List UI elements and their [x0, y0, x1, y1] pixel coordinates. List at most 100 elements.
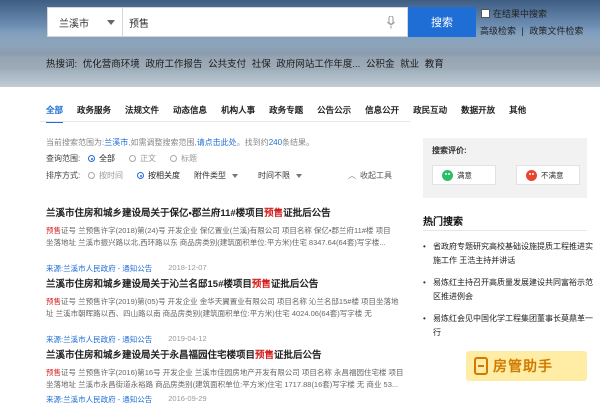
bullet-icon: • [423, 278, 426, 287]
attachment-type-dropdown[interactable]: 附件类型 [194, 170, 238, 181]
satisfied-button[interactable]: 满意 [432, 165, 496, 185]
title-text: 证批后公告 [274, 350, 322, 361]
in-result-checkbox[interactable]: 在结果中搜索 [481, 7, 547, 20]
collapse-label: 收起工具 [360, 171, 392, 180]
category-tabs: 全部 政务服务 法规文件 动态信息 机构人事 政务专题 公告公示 信息公开 政民… [46, 104, 540, 123]
result-source[interactable]: 来源:兰溪市人民政府 - 通知公告 [46, 334, 152, 345]
hot-word[interactable]: 教育 [425, 59, 444, 70]
hint-end: 条结果。 [282, 138, 315, 147]
result-title[interactable]: 兰溪市住房和城乡建设局关于沁兰名邸15#楼项目预售证批后公告 [46, 276, 411, 290]
region-select[interactable]: 兰溪市 [47, 7, 123, 37]
caret-down-icon [296, 173, 302, 178]
advanced-search-link[interactable]: 高级检索 [480, 26, 516, 36]
hint-region: 兰溪市 [104, 138, 129, 147]
sort-option-relevance[interactable]: 按相关度 [137, 170, 180, 181]
hot-word[interactable]: 政府网站工作年度... [276, 59, 360, 70]
satisfied-label: 满意 [457, 170, 472, 180]
frown-icon [526, 170, 537, 181]
tab-interaction[interactable]: 政民互动 [413, 104, 447, 116]
result-title[interactable]: 兰溪市住房和城乡建设局关于保亿•郡兰府11#楼项目预售证批后公告 [46, 205, 411, 219]
tab-open-data[interactable]: 数据开放 [461, 104, 495, 116]
time-range-dropdown[interactable]: 时间不限 [258, 170, 302, 181]
unsatisfied-button[interactable]: 不满意 [516, 165, 580, 185]
title-text: 证批后公告 [270, 279, 319, 290]
hot-word[interactable]: 公积金 [366, 59, 395, 70]
scope-option-title[interactable]: 标题 [170, 153, 197, 164]
watermark-text: 房管助手 [493, 358, 553, 374]
title-text: 兰溪市住房和城乡建设局关于保亿•郡兰府11#楼项目 [46, 208, 265, 219]
tab-disclosure[interactable]: 信息公开 [365, 104, 399, 116]
hot-words-bar: 热搜词: 优化营商环境 政府工作报告 公共支付 社保 政府网站工作年度... 公… [46, 56, 447, 70]
policy-search-link[interactable]: 政策文件检索 [529, 26, 583, 36]
hot-word[interactable]: 政府工作报告 [145, 59, 202, 70]
search-button[interactable]: 搜索 [408, 7, 476, 37]
microphone-icon[interactable] [387, 16, 395, 29]
title-text: 证批后公告 [283, 208, 331, 219]
snippet-text: 址 兰溪市朝晖路以西、四山路以南 商品房类别(建筑面积单位:平方米)住宅 402… [46, 309, 372, 318]
change-scope-link[interactable]: 请点击此处 [197, 138, 237, 147]
hint-prefix: 当前搜索范围为: [46, 138, 105, 147]
attachment-label: 附件类型 [194, 171, 226, 180]
tab-personnel[interactable]: 机构人事 [221, 104, 255, 116]
hot-word[interactable]: 优化营商环境 [83, 59, 140, 70]
caret-down-icon [232, 173, 238, 178]
feedback-title: 搜索评价: [432, 146, 467, 155]
house-logo-icon [474, 357, 488, 375]
search-scope-hint: 当前搜索范围为:兰溪市,如需调整搜索范围,请点击此处。找到约240条结果。 [46, 137, 314, 148]
radio-icon[interactable] [88, 172, 95, 179]
hot-search-text: 易炼红会见中国化学工程集团董事长莫鼎革一行 [433, 314, 593, 337]
chevron-up-icon: ︿ [348, 171, 356, 180]
radio-icon[interactable] [88, 155, 95, 162]
sort-option-time[interactable]: 按时间 [88, 170, 123, 181]
hot-search-item[interactable]: • 易炼红主持召开高质量发展建设共同富裕示范区推进例会 [423, 276, 593, 304]
tab-announcements[interactable]: 公告公示 [317, 104, 351, 116]
snippet-highlight: 预售 [46, 297, 61, 306]
radio-icon[interactable] [137, 172, 144, 179]
tab-news[interactable]: 动态信息 [173, 104, 207, 116]
collapse-tools-button[interactable]: ︿ 收起工具 [348, 170, 392, 181]
result-item: 兰溪市住房和城乡建设局关于永昌福园住宅楼项目预售证批后公告 预售证号 兰预售许字… [46, 347, 411, 405]
result-count: 240 [268, 138, 283, 147]
snippet-text: 坐落地址 兰溪市振兴路以北,西环路以东 商品房类别(建筑面积单位:平方米)住宅 … [46, 238, 386, 247]
radio-icon[interactable] [170, 155, 177, 162]
hot-search-text: 省政府专题研究高校基础设施提质工程推进实施工作 王浩主持并讲话 [433, 242, 593, 265]
scope-option-body[interactable]: 正文 [129, 153, 156, 164]
hot-word[interactable]: 就业 [400, 59, 419, 70]
hint-middle: ,如需调整搜索范围, [128, 138, 197, 147]
result-snippet: 预售证号 兰预售许字(2019)第(05)号 开发企业 金华天翼置业有限公司 项… [46, 296, 411, 332]
scope-label: 查询范围: [46, 154, 81, 163]
snippet-highlight: 预售 [46, 368, 61, 377]
checkbox-icon[interactable] [481, 9, 490, 18]
search-value: 预售 [129, 18, 149, 30]
result-date: 2019-04-12 [168, 334, 207, 343]
result-meta: 来源:兰溪市人民政府 - 通知公告 2019-04-12 [46, 334, 411, 345]
hot-words-label: 热搜词: [46, 59, 78, 70]
advanced-links: 高级检索 | 政策文件检索 [480, 24, 583, 37]
snippet-text: 证号 兰预售许字(2018)第(24)号 开发企业 保亿置业(兰溪)有限公司 项… [61, 226, 391, 235]
region-label: 兰溪市 [59, 18, 89, 30]
result-meta: 来源:兰溪市人民政府 - 通知公告 2018-12-07 [46, 263, 411, 274]
tab-other[interactable]: 其他 [509, 104, 526, 116]
search-feedback-panel: 搜索评价: 满意 不满意 [423, 138, 587, 198]
scope-option-label: 全部 [99, 154, 115, 163]
hot-word[interactable]: 公共支付 [208, 59, 246, 70]
tab-government-services[interactable]: 政务服务 [77, 104, 111, 116]
tab-topics[interactable]: 政务专题 [269, 104, 303, 116]
search-input[interactable]: 预售 [123, 7, 408, 37]
hot-search-item[interactable]: • 省政府专题研究高校基础设施提质工程推进实施工作 王浩主持并讲话 [423, 240, 593, 268]
result-title[interactable]: 兰溪市住房和城乡建设局关于永昌福园住宅楼项目预售证批后公告 [46, 347, 411, 361]
title-text: 兰溪市住房和城乡建设局关于永昌福园住宅楼项目 [46, 350, 256, 361]
result-source[interactable]: 来源:兰溪市人民政府 - 通知公告 [46, 263, 152, 274]
scope-option-all[interactable]: 全部 [88, 153, 115, 164]
tab-regulations[interactable]: 法规文件 [125, 104, 159, 116]
tab-all[interactable]: 全部 [46, 104, 64, 123]
title-highlight: 预售 [264, 208, 284, 219]
sort-label: 排序方式: [46, 171, 81, 180]
hot-word[interactable]: 社保 [252, 59, 271, 70]
hot-search-item[interactable]: • 易炼红会见中国化学工程集团董事长莫鼎革一行 [423, 312, 593, 340]
scope-option-label: 正文 [140, 154, 156, 163]
title-highlight: 预售 [251, 279, 271, 290]
tab-divider [40, 121, 410, 122]
watermark: 房管助手 [466, 351, 587, 381]
radio-icon[interactable] [129, 155, 136, 162]
